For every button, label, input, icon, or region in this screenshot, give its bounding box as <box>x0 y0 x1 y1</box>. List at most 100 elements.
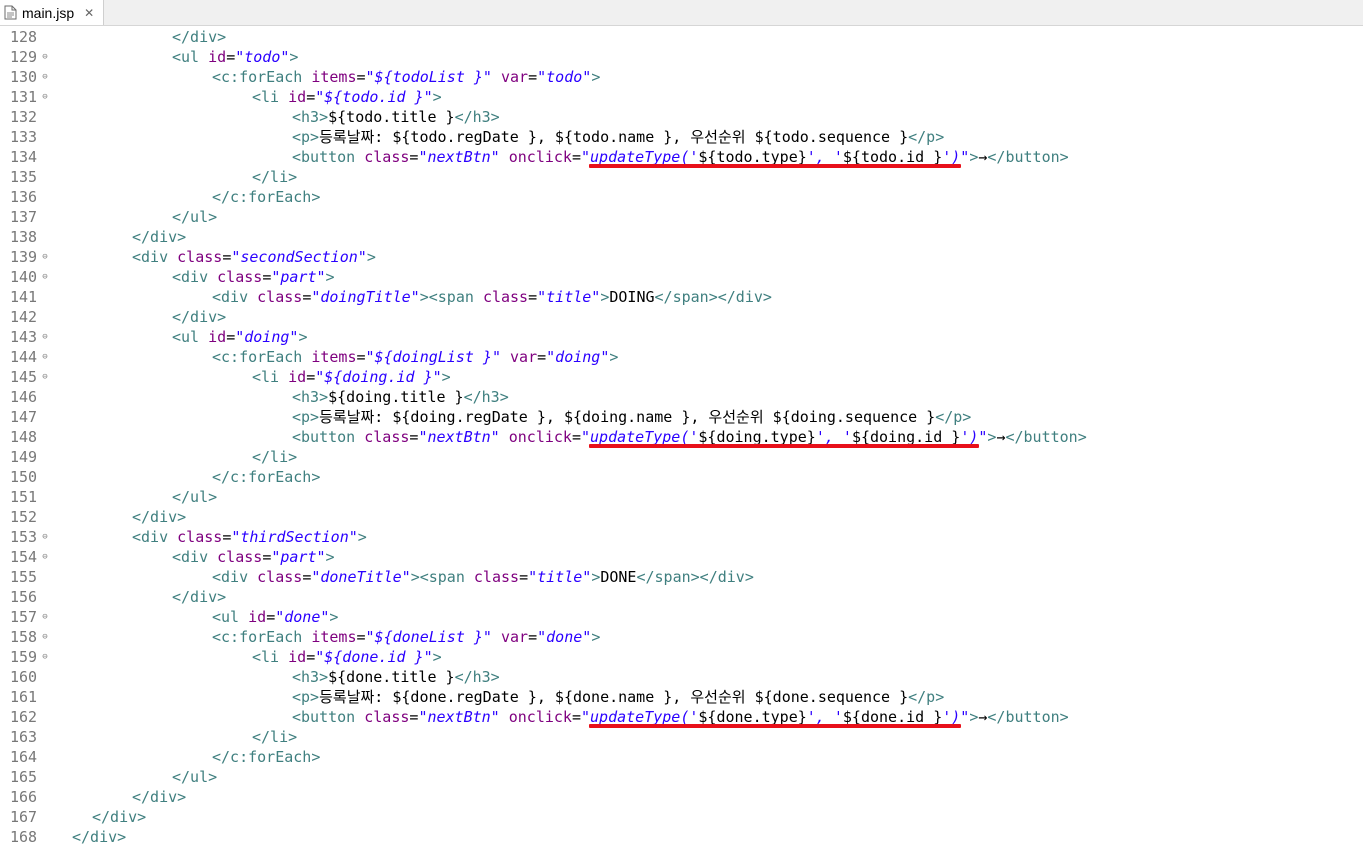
token-attr: class <box>482 288 529 306</box>
line-number: 165 <box>10 768 38 786</box>
token-text: = <box>226 328 236 346</box>
token-tag: </span></div> <box>636 568 754 586</box>
token-str: "nextBtn" <box>418 148 500 166</box>
fold-toggle-icon[interactable]: ⊖ <box>39 547 51 567</box>
token-tag: <li <box>252 88 289 106</box>
line-number: 148 <box>10 428 38 446</box>
close-icon[interactable]: ✕ <box>84 7 94 19</box>
line-number: 160 <box>10 668 38 686</box>
token-text: = <box>262 548 272 566</box>
code-text: <div class="doingTitle"><span class="tit… <box>212 287 772 307</box>
token-tag: </h3> <box>454 108 500 126</box>
line-number: 138 <box>10 228 38 246</box>
code-text: </ul> <box>172 767 217 787</box>
fold-toggle-icon[interactable]: ⊖ <box>39 607 51 627</box>
code-line: 137 </ul> <box>0 207 1363 227</box>
line-number: 131 <box>10 88 38 106</box>
token-attr: items <box>311 628 357 646</box>
token-text: ${todo.title } <box>328 108 455 126</box>
fold-toggle-icon[interactable]: ⊖ <box>39 327 51 347</box>
code-text: </div> <box>92 807 146 827</box>
code-line: 156 </div> <box>0 587 1363 607</box>
highlight-underline-doing <box>589 444 980 448</box>
token-text: = <box>302 288 312 306</box>
code-line: 168 </div> <box>0 827 1363 847</box>
token-text: = <box>222 528 232 546</box>
token-tag: <p> <box>292 408 320 426</box>
jsp-file-icon <box>4 5 17 20</box>
token-tag: > <box>441 368 451 386</box>
code-text: <p>등록날짜: ${todo.regDate }, ${todo.name }… <box>292 127 944 147</box>
code-line: 135 </li> <box>0 167 1363 187</box>
line-number: 168 <box>10 828 38 846</box>
fold-toggle-icon[interactable]: ⊖ <box>39 367 51 387</box>
code-text: <p>등록날짜: ${done.regDate }, ${done.name }… <box>292 687 944 707</box>
fold-toggle-icon[interactable]: ⊖ <box>39 347 51 367</box>
fold-toggle-icon[interactable]: ⊖ <box>39 87 51 107</box>
token-attr: id <box>288 368 307 386</box>
code-text: </ul> <box>172 207 217 227</box>
token-tag: <ul <box>172 48 209 66</box>
tab-main-jsp[interactable]: main.jsp ✕ <box>0 0 104 25</box>
token-tag: </li> <box>252 728 298 746</box>
token-tag: <div <box>132 528 178 546</box>
code-line: 157 ⊖ <ul id="done"> <box>0 607 1363 627</box>
code-text: </div> <box>172 27 226 47</box>
code-text: </li> <box>252 447 297 467</box>
token-attr: class <box>257 568 303 586</box>
token-tag: <button <box>292 708 365 726</box>
code-text: <p>등록날짜: ${doing.regDate }, ${doing.name… <box>292 407 971 427</box>
code-text: </div> <box>132 227 186 247</box>
token-attr: class <box>364 428 410 446</box>
line-number: 154 <box>10 548 38 566</box>
token-tag: > <box>591 68 601 86</box>
fold-toggle-icon[interactable]: ⊖ <box>39 47 51 67</box>
token-text: = <box>306 648 316 666</box>
code-text: <li id="${todo.id }"> <box>252 87 442 107</box>
token-tag: <c:forEach <box>212 68 312 86</box>
fold-toggle-icon[interactable]: ⊖ <box>39 647 51 667</box>
token-tag: <p> <box>292 688 320 706</box>
fold-toggle-icon[interactable]: ⊖ <box>39 67 51 87</box>
token-tag: </p> <box>908 128 945 146</box>
token-str: "title" <box>528 568 592 586</box>
token-tag: </c:forEach> <box>212 748 321 766</box>
token-tag: </div> <box>172 588 227 606</box>
line-number: 157 <box>10 608 38 626</box>
fold-toggle-icon[interactable]: ⊖ <box>39 267 51 287</box>
token-tag: <ul <box>172 328 209 346</box>
token-attr: class <box>217 548 263 566</box>
fold-toggle-icon[interactable]: ⊖ <box>39 527 51 547</box>
line-number: 135 <box>10 168 38 186</box>
token-text: = <box>356 348 366 366</box>
token-tag: </p> <box>935 408 972 426</box>
token-tag: <h3> <box>292 388 329 406</box>
token-tag: </div> <box>172 28 227 46</box>
line-number: 158 <box>10 628 38 646</box>
token-tag: </li> <box>252 168 298 186</box>
code-text: <c:forEach items="${todoList }" var="tod… <box>212 67 600 87</box>
line-number: 145 <box>10 368 38 386</box>
line-number: 144 <box>10 348 38 366</box>
code-line: 147 <p>등록날짜: ${doing.regDate }, ${doing.n… <box>0 407 1363 427</box>
token-tag: <c:forEach <box>212 348 312 366</box>
token-attr: items <box>311 68 357 86</box>
code-text: <div class="part"> <box>172 267 335 287</box>
token-str: "done" <box>537 628 592 646</box>
code-line: 167 </div> <box>0 807 1363 827</box>
fold-toggle-icon[interactable]: ⊖ <box>39 247 51 267</box>
code-editor[interactable]: 128 </div> 129 ⊖ <ul id="todo"> 130 ⊖ <c:forEac… <box>0 26 1363 847</box>
line-number: 132 <box>10 108 38 126</box>
fold-toggle-icon[interactable]: ⊖ <box>39 627 51 647</box>
code-line: 131 ⊖ <li id="${todo.id }"> <box>0 87 1363 107</box>
token-attr: onclick <box>508 428 572 446</box>
line-number: 153 <box>10 528 38 546</box>
code-text: <div class="part"> <box>172 547 335 567</box>
token-text: = <box>356 628 366 646</box>
code-line: 146 <h3>${doing.title }</h3> <box>0 387 1363 407</box>
token-tag: > <box>432 88 442 106</box>
code-line: 158 ⊖ <c:forEach items="${doneList }" var=… <box>0 627 1363 647</box>
token-attr: class <box>364 708 410 726</box>
